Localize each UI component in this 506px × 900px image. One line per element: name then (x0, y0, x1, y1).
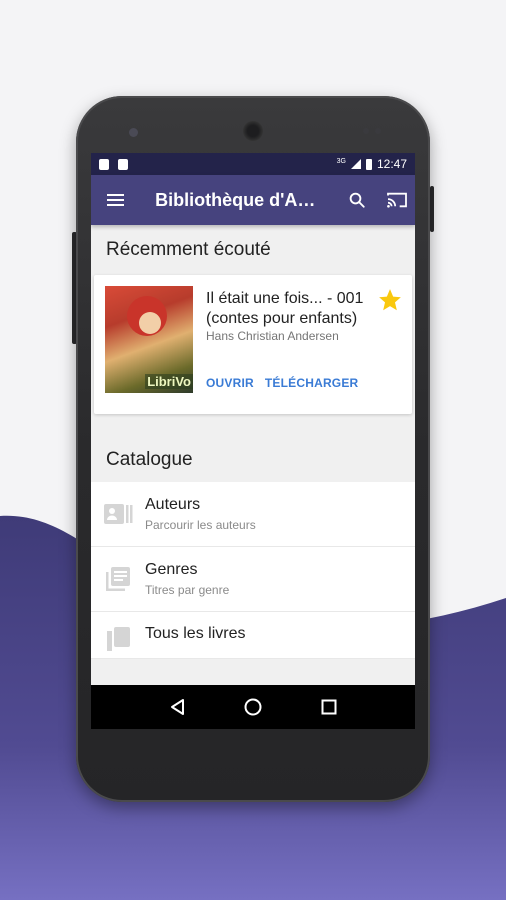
menu-button[interactable] (91, 175, 140, 225)
home-button[interactable] (241, 695, 265, 719)
hamburger-icon (107, 194, 125, 206)
home-circle-icon (244, 698, 262, 716)
cast-button[interactable] (380, 175, 415, 225)
catalog-item-title: Tous les livres (145, 625, 246, 642)
contact-card-icon (104, 504, 133, 524)
catalog-item-authors[interactable]: Auteurs Parcourir les auteurs (91, 482, 415, 547)
library-books-icon (106, 567, 130, 591)
open-button[interactable]: OUVRIR (206, 376, 254, 390)
android-icon (118, 158, 128, 170)
battery-icon (365, 158, 372, 170)
cast-icon (387, 192, 408, 208)
android-nav-bar (91, 685, 415, 729)
catalog-item-all-books[interactable]: Tous les livres (91, 612, 415, 659)
app-bar: Bibliothèque d'Aud... (91, 175, 415, 225)
front-camera (129, 128, 138, 137)
back-triangle-icon (171, 699, 184, 715)
clock: 12:47 (376, 157, 407, 171)
catalog-list: Auteurs Parcourir les auteurs Genres Tit… (91, 482, 415, 659)
book-author: Hans Christian Andersen (206, 329, 339, 343)
catalog-item-genres[interactable]: Genres Titres par genre (91, 547, 415, 612)
phone-screen: 3G 12:47 Bibliothèque d'Aud... Récemment… (91, 153, 415, 729)
catalog-item-subtitle: Titres par genre (145, 583, 230, 597)
light-sensor (375, 128, 381, 134)
earpiece-speaker (243, 121, 263, 141)
book-cover: LibriVo (105, 286, 193, 393)
download-button[interactable]: TÉLÉCHARGER (265, 376, 359, 390)
recents-square-icon (321, 699, 337, 715)
power-button (430, 186, 434, 232)
catalog-item-title: Genres (145, 561, 198, 578)
search-icon (349, 192, 365, 208)
app-title: Bibliothèque d'Aud... (155, 189, 323, 210)
recent-section-title: Récemment écouté (106, 239, 271, 260)
status-bar: 3G 12:47 (91, 153, 415, 175)
star-icon[interactable] (377, 287, 403, 313)
signal-icon (350, 159, 361, 169)
cover-label: LibriVo (145, 374, 193, 389)
back-button[interactable] (165, 695, 189, 719)
search-button[interactable] (339, 175, 374, 225)
catalog-section-title: Catalogue (106, 449, 193, 470)
network-type: 3G (336, 157, 346, 165)
catalog-item-subtitle: Parcourir les auteurs (145, 518, 256, 532)
sd-card-icon (99, 158, 109, 170)
proximity-sensor (363, 128, 369, 134)
recents-button[interactable] (317, 695, 341, 719)
catalog-item-title: Auteurs (145, 496, 201, 513)
recent-book-card[interactable]: LibriVo Il était une fois... - 001 (cont… (94, 275, 412, 414)
book-title: Il était une fois... - 001 (contes pour … (206, 290, 364, 327)
books-icon (107, 627, 130, 651)
